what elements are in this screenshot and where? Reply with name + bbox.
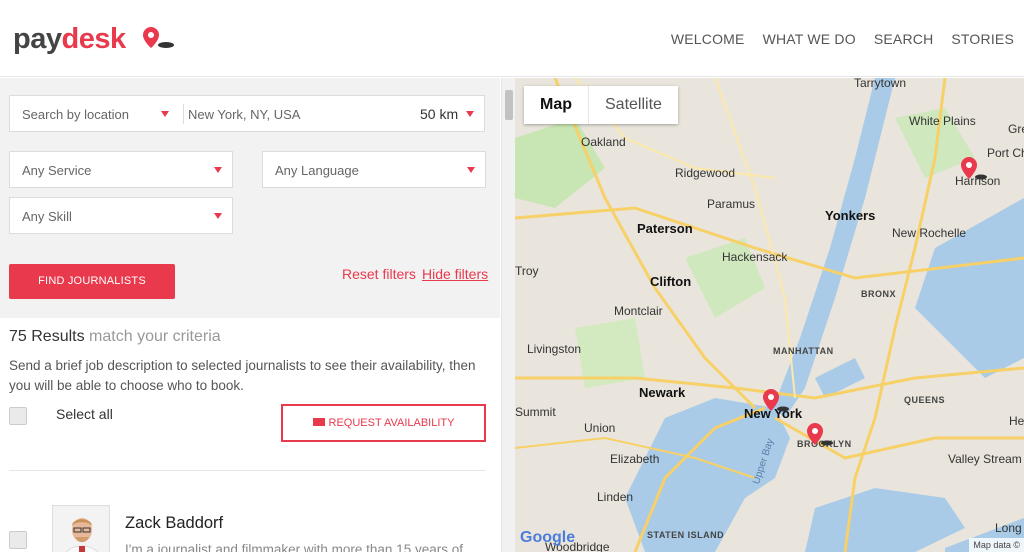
results-heading: 75 Results match your criteria (9, 328, 221, 346)
map-tab-satellite[interactable]: Satellite (588, 86, 678, 124)
map-label: Gre (1008, 122, 1024, 136)
map-type-toggle: Map Satellite (524, 86, 678, 124)
location-pin-icon[interactable] (761, 388, 791, 414)
journalist-name[interactable]: Zack Baddorf (125, 514, 223, 533)
map-label: Summit (515, 405, 556, 419)
nav-welcome[interactable]: WELCOME (671, 31, 745, 47)
map-label: Ridgewood (675, 166, 736, 180)
map-attribution[interactable]: Map data © (969, 538, 1024, 552)
results-subtitle: match your criteria (89, 328, 221, 345)
map-label: QUEENS (904, 395, 946, 405)
map-label: Paramus (707, 197, 756, 211)
hide-filters-link[interactable]: Hide filters (422, 266, 488, 282)
map-label: Troy (515, 264, 539, 278)
service-select[interactable]: Any Service (9, 151, 233, 188)
results-scrollbar[interactable] (501, 78, 515, 552)
location-pin-icon[interactable] (959, 156, 989, 182)
location-search: Search by location New York, NY, USA 50 … (9, 95, 485, 132)
map-view[interactable]: Map Satellite Tarrytown White Plains Oak… (515, 78, 1024, 552)
map-label: Linden (597, 490, 634, 504)
search-panel: Search by location New York, NY, USA 50 … (0, 78, 500, 552)
divider (183, 104, 184, 124)
envelope-icon (312, 418, 325, 427)
google-logo: Google (520, 529, 576, 546)
map-canvas (515, 78, 1024, 552)
map-label: Elizabeth (610, 452, 660, 466)
chevron-down-icon (214, 213, 222, 219)
chevron-down-icon (214, 167, 222, 173)
map-label: Tarrytown (854, 78, 907, 90)
site-header: paydesk WELCOME WHAT WE DO SEARCH STORIE… (0, 0, 1024, 77)
map-label: Valley Stream (948, 452, 1022, 466)
person-icon (53, 506, 109, 552)
chevron-down-icon (467, 167, 475, 173)
select-all-label: Select all (56, 406, 113, 422)
map-label: Newark (639, 385, 686, 400)
select-all-checkbox[interactable] (9, 407, 27, 425)
map-label: Oakland (581, 135, 626, 149)
find-journalists-button[interactable]: FIND JOURNALISTS (9, 264, 175, 299)
map-label: Port Che (987, 146, 1024, 160)
reset-filters-link[interactable]: Reset filters (342, 266, 416, 282)
journalist-bio: I'm a journalist and filmmaker with more… (125, 542, 463, 552)
map-label: White Plains (909, 114, 976, 128)
request-availability-button[interactable]: REQUEST AVAILABILITY (281, 404, 486, 442)
nav-search[interactable]: SEARCH (874, 31, 934, 47)
map-label: MANHATTAN (773, 346, 834, 356)
filters-section: Search by location New York, NY, USA 50 … (0, 78, 500, 318)
map-label: Clifton (650, 274, 692, 289)
map-label: STATEN ISLAND (647, 530, 725, 540)
map-label: Hackensack (722, 250, 788, 264)
location-pin-icon[interactable] (805, 422, 835, 448)
results-description: Send a brief job description to selected… (9, 358, 476, 393)
divider (9, 470, 486, 471)
map-label: BRONX (861, 289, 897, 299)
results-count: 75 Results (9, 328, 85, 345)
nav-what-we-do[interactable]: WHAT WE DO (763, 31, 856, 47)
map-label: Montclair (614, 304, 663, 318)
map-label: Yonkers (825, 208, 876, 223)
map-label: Paterson (637, 221, 693, 236)
scroll-thumb[interactable] (505, 90, 513, 120)
journalist-checkbox[interactable] (9, 531, 27, 549)
map-label: Union (584, 421, 616, 435)
avatar[interactable] (52, 505, 110, 552)
skill-select[interactable]: Any Skill (9, 197, 233, 234)
map-label: New Rochelle (892, 226, 967, 240)
map-label: Livingston (527, 342, 582, 356)
brand-logo[interactable]: paydesk (13, 22, 126, 56)
radius-select[interactable]: 50 km (420, 106, 458, 122)
location-type-select[interactable]: Search by location (22, 107, 129, 122)
map-label: Hem (1009, 414, 1024, 428)
chevron-down-icon (466, 111, 474, 117)
map-tab-map[interactable]: Map (524, 86, 588, 124)
map-label: Long B (995, 521, 1024, 535)
location-input[interactable]: New York, NY, USA (188, 107, 300, 122)
nav-stories[interactable]: STORIES (951, 31, 1014, 47)
main-nav: WELCOME WHAT WE DO SEARCH STORIES (671, 31, 1014, 47)
logo-pin-icon (143, 27, 174, 48)
chevron-down-icon (161, 111, 169, 117)
language-select[interactable]: Any Language (262, 151, 486, 188)
